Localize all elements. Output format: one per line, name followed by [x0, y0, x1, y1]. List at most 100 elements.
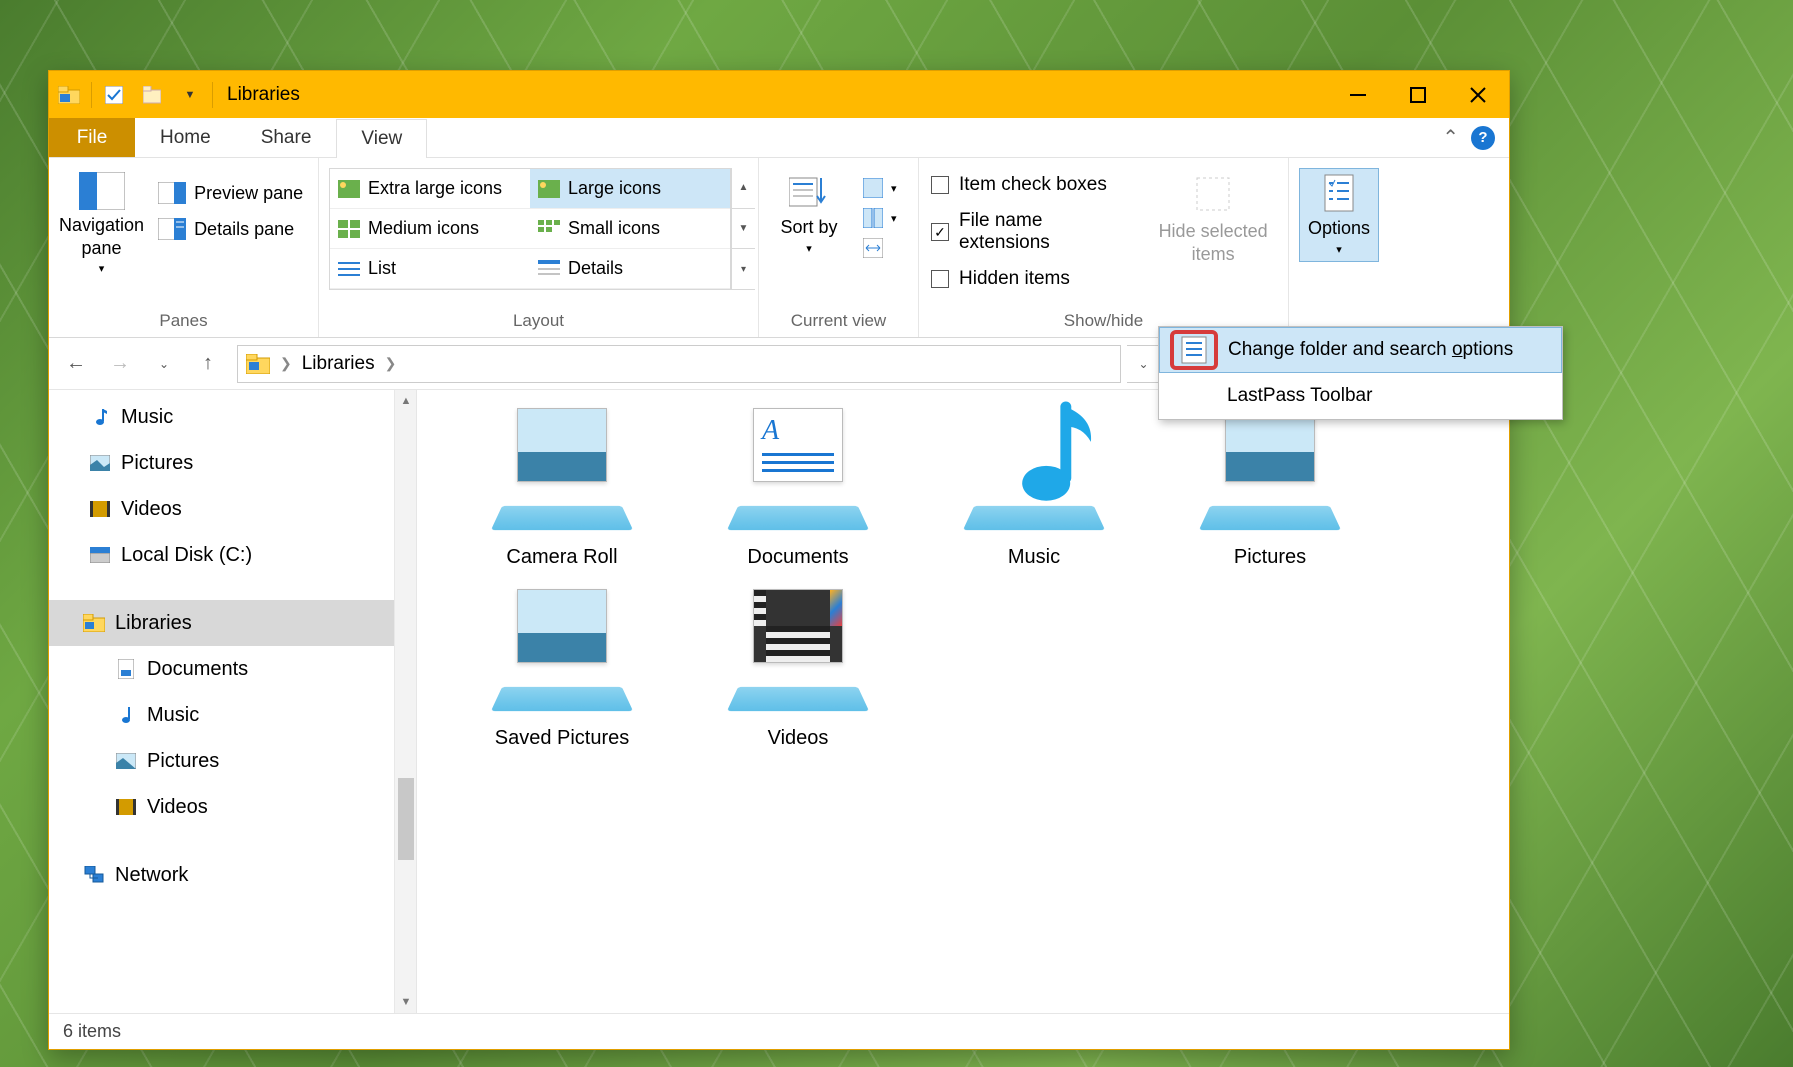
tab-share[interactable]: Share: [236, 118, 337, 157]
options-button[interactable]: Options▾: [1299, 168, 1379, 262]
layout-large[interactable]: Large icons: [530, 169, 730, 209]
sidebar-sub-pictures[interactable]: Pictures: [49, 738, 416, 784]
breadcrumb-libraries[interactable]: Libraries: [302, 353, 375, 375]
libraries-icon: [83, 612, 105, 634]
chevron-right-icon[interactable]: ❯: [385, 355, 397, 372]
library-thumb: [959, 408, 1109, 538]
sidebar-item-music[interactable]: Music: [49, 394, 416, 440]
picture-icon: [115, 750, 137, 772]
library-item[interactable]: Saved Pictures: [447, 589, 677, 750]
doc-icon: [115, 658, 137, 680]
add-columns-button[interactable]: ▾: [857, 204, 903, 232]
chevron-right-icon: ❯: [280, 355, 292, 372]
layout-details[interactable]: Details: [530, 249, 730, 289]
status-bar: 6 items: [49, 1013, 1509, 1049]
sidebar-scrollbar[interactable]: ▲▼: [394, 390, 416, 1013]
tab-view[interactable]: View: [336, 119, 427, 158]
ribbon-group-options: Options▾: [1289, 158, 1389, 337]
libraries-icon: [246, 354, 270, 374]
ribbon-tabs: File Home Share View ⌃ ?: [49, 118, 1509, 158]
navigation-pane-button[interactable]: Navigation pane ▾: [59, 168, 144, 277]
library-thumb: [723, 408, 873, 538]
details-pane-button[interactable]: Details pane: [152, 214, 309, 244]
tab-file[interactable]: File: [49, 118, 135, 157]
tab-home[interactable]: Home: [135, 118, 236, 157]
library-item[interactable]: Pictures: [1155, 408, 1385, 569]
sidebar-item-videos[interactable]: Videos: [49, 486, 416, 532]
library-name: Music: [1008, 546, 1060, 569]
minimize-button[interactable]: [1329, 71, 1387, 118]
ribbon-group-panes: Navigation pane ▾ Preview pane Details p…: [49, 158, 319, 337]
address-field[interactable]: ❯ Libraries ❯: [237, 345, 1121, 383]
up-button[interactable]: ↑: [187, 343, 229, 385]
group-by-button[interactable]: ▾: [857, 174, 903, 202]
content-area: Music Pictures Videos Local Disk (C:) Li…: [49, 390, 1509, 1013]
qat-properties-icon[interactable]: [96, 77, 132, 113]
sidebar-item-network[interactable]: Network: [49, 852, 416, 898]
menu-change-folder-options[interactable]: Change folder and search options: [1159, 327, 1562, 373]
titlebar-separator: [212, 82, 213, 108]
close-button[interactable]: [1449, 71, 1507, 118]
address-dropdown[interactable]: ⌄: [1127, 345, 1161, 383]
recent-locations-button[interactable]: ⌄: [143, 343, 185, 385]
library-name: Videos: [768, 727, 829, 750]
preview-pane-button[interactable]: Preview pane: [152, 178, 309, 208]
library-item[interactable]: Documents: [683, 408, 913, 569]
ribbon-group-currentview: Sort by▾ ▾ ▾ Current view: [759, 158, 919, 337]
maximize-button[interactable]: [1389, 71, 1447, 118]
video-icon: [89, 498, 111, 520]
main-pane: Camera Roll Documents Music Pictures Saved P…: [417, 390, 1509, 1013]
library-thumb: [723, 589, 873, 719]
help-icon[interactable]: ?: [1471, 126, 1495, 150]
options-dropdown-menu: Change folder and search options LastPas…: [1158, 326, 1563, 420]
menu-lastpass-toolbar[interactable]: LastPass Toolbar: [1159, 373, 1562, 419]
layout-medium[interactable]: Medium icons: [330, 209, 530, 249]
library-name: Documents: [747, 546, 848, 569]
video-icon: [115, 796, 137, 818]
library-name: Camera Roll: [506, 546, 617, 569]
sidebar-sub-music[interactable]: Music: [49, 692, 416, 738]
library-thumb: [1195, 408, 1345, 538]
sidebar: Music Pictures Videos Local Disk (C:) Li…: [49, 390, 417, 1013]
picture-icon: [89, 452, 111, 474]
library-item[interactable]: Music: [919, 408, 1149, 569]
library-name: Saved Pictures: [495, 727, 630, 750]
ribbon-collapse-icon[interactable]: ⌃: [1442, 125, 1459, 150]
network-icon: [83, 864, 105, 886]
disk-icon: [89, 544, 111, 566]
layout-small[interactable]: Small icons: [530, 209, 730, 249]
group-label-panes: Panes: [59, 307, 308, 337]
sidebar-sub-videos[interactable]: Videos: [49, 784, 416, 830]
library-thumb: [487, 589, 637, 719]
hidden-items-toggle[interactable]: Hidden items: [929, 264, 1140, 294]
qat-newfolder-icon[interactable]: [134, 77, 170, 113]
ribbon-group-layout: Extra large icons Large icons Medium ico…: [319, 158, 759, 337]
back-button[interactable]: ←: [55, 343, 97, 385]
size-columns-button[interactable]: [857, 234, 903, 262]
sort-by-button[interactable]: Sort by▾: [769, 168, 849, 256]
layout-spinner[interactable]: ▲▼▾: [731, 168, 755, 290]
hide-selected-button[interactable]: Hide selected items: [1148, 168, 1278, 265]
library-item[interactable]: Camera Roll: [447, 408, 677, 569]
explorer-app-icon: [51, 77, 87, 113]
group-label-currentview: Current view: [769, 307, 908, 337]
sidebar-item-libraries[interactable]: Libraries: [49, 600, 416, 646]
sidebar-item-localdisk[interactable]: Local Disk (C:): [49, 532, 416, 578]
forward-button[interactable]: →: [99, 343, 141, 385]
library-thumb: [487, 408, 637, 538]
options-icon: [1170, 330, 1218, 370]
group-label-layout: Layout: [329, 307, 748, 337]
sidebar-item-pictures[interactable]: Pictures: [49, 440, 416, 486]
layout-extra-large[interactable]: Extra large icons: [330, 169, 530, 209]
ribbon: Navigation pane ▾ Preview pane Details p…: [49, 158, 1509, 338]
item-check-boxes-toggle[interactable]: Item check boxes: [929, 170, 1140, 200]
explorer-window: ▼ Libraries File Home Share View ⌃ ? Nav…: [48, 70, 1510, 1050]
library-item[interactable]: Videos: [683, 589, 913, 750]
qat-dropdown-icon[interactable]: ▼: [172, 77, 208, 113]
sidebar-sub-documents[interactable]: Documents: [49, 646, 416, 692]
library-name: Pictures: [1234, 546, 1306, 569]
titlebar-separator: [91, 82, 92, 108]
layout-list[interactable]: List: [330, 249, 530, 289]
file-name-extensions-toggle[interactable]: ✓File name extensions: [929, 206, 1140, 258]
status-count: 6 items: [63, 1021, 121, 1042]
